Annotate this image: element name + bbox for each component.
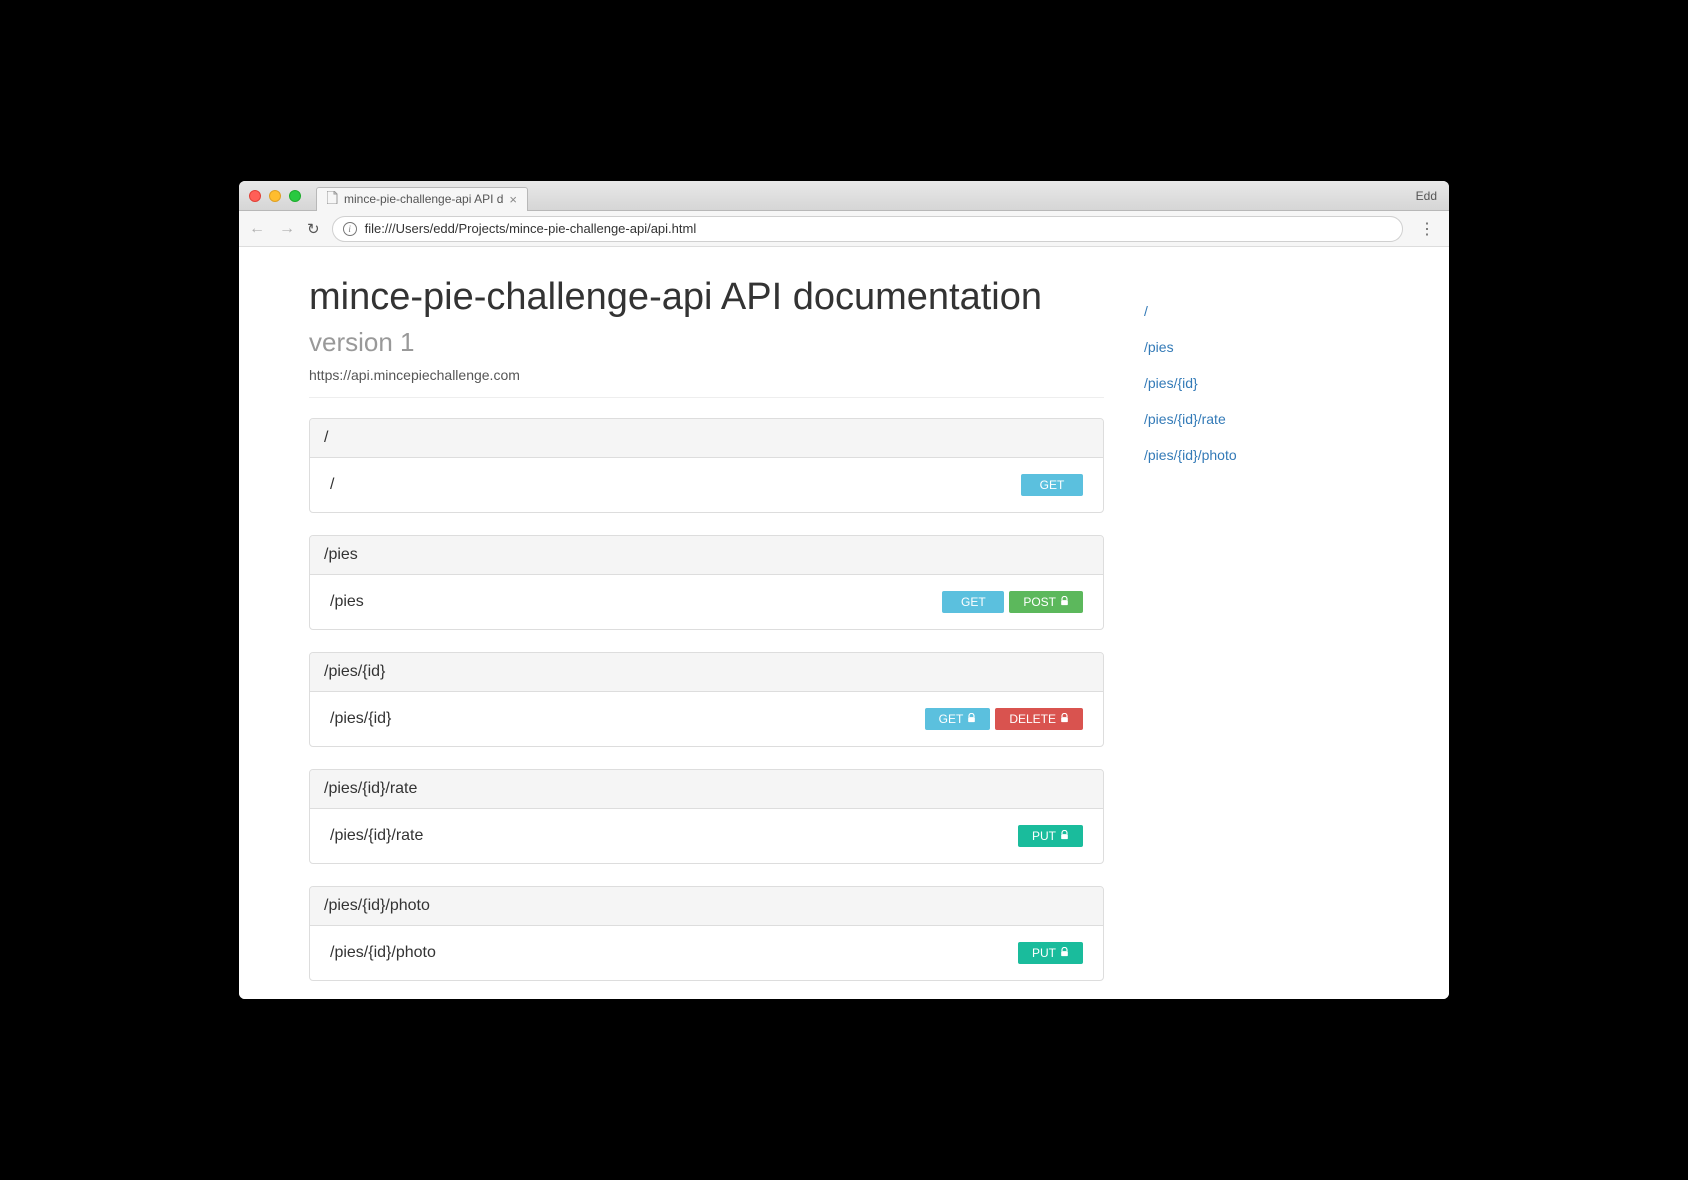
method-badge-get[interactable]: GET [925,708,991,730]
resource-panel: / / GET [309,418,1104,513]
method-verb: PUT [1032,946,1056,960]
profile-label[interactable]: Edd [1416,189,1437,203]
method-verb: DELETE [1009,712,1056,726]
resource-panel: /pies/{id}/photo/pies/{id}/photo PUT [309,886,1104,981]
resource-body: / GET [310,458,1103,512]
lock-icon [1060,946,1069,960]
method-verb: POST [1023,595,1056,609]
window-maximize-button[interactable] [289,190,301,202]
method-badge-get[interactable]: GET [942,591,1004,613]
lock-icon [1060,829,1069,843]
reload-button[interactable]: ↻ [307,220,320,238]
tab-title: mince-pie-challenge-api API d [344,192,503,206]
resource-body: /pies/{id} GET DELETE [310,692,1103,746]
page-content: mince-pie-challenge-api API documentatio… [239,247,1449,999]
method-badge-post[interactable]: POST [1009,591,1083,613]
endpoint-path[interactable]: /pies/{id}/photo [330,944,436,962]
resource-body: /pies GET POST [310,575,1103,629]
sidebar-link[interactable]: /pies [1144,329,1364,365]
titlebar: mince-pie-challenge-api API d × Edd [239,181,1449,211]
method-badge-put[interactable]: PUT [1018,825,1083,847]
endpoint-path[interactable]: / [330,476,334,494]
endpoint-path[interactable]: /pies/{id}/rate [330,827,423,845]
lock-icon [1060,712,1069,726]
lock-icon [967,712,976,726]
method-verb: GET [939,712,964,726]
title-text: mince-pie-challenge-api API documentatio… [309,276,1042,318]
close-icon[interactable]: × [509,192,517,207]
sidebar-link[interactable]: /pies/{id} [1144,365,1364,401]
sidebar-link[interactable]: /pies/{id}/photo [1144,437,1364,473]
url-bar[interactable]: i file:///Users/edd/Projects/mince-pie-c… [332,216,1403,242]
nav-arrows: ← → [249,220,295,238]
resource-panel: /pies/pies GET POST [309,535,1104,630]
method-badge-put[interactable]: PUT [1018,942,1083,964]
lock-icon [1060,595,1069,609]
resource-body: /pies/{id}/photo PUT [310,926,1103,980]
info-icon[interactable]: i [343,222,357,236]
method-badge-get[interactable]: GET [1021,474,1083,496]
method-list: GET POST [942,591,1083,613]
window-close-button[interactable] [249,190,261,202]
method-list: GET [1021,474,1083,496]
sidebar-link[interactable]: /pies/{id}/rate [1144,401,1364,437]
forward-button[interactable]: → [279,220,295,238]
method-list: PUT [1018,942,1083,964]
resource-header[interactable]: /pies/{id} [310,653,1103,692]
main-column: mince-pie-challenge-api API documentatio… [309,277,1104,979]
resource-body: /pies/{id}/rate PUT [310,809,1103,863]
method-verb: PUT [1032,829,1056,843]
resource-header[interactable]: / [310,419,1103,458]
method-verb: GET [1040,478,1065,492]
url-text: file:///Users/edd/Projects/mince-pie-cha… [365,221,697,236]
browser-window: mince-pie-challenge-api API d × Edd ← → … [239,181,1449,999]
endpoint-path[interactable]: /pies/{id} [330,710,391,728]
page-title: mince-pie-challenge-api API documentatio… [309,277,1104,361]
divider [309,397,1104,398]
endpoint-path[interactable]: /pies [330,593,364,611]
method-badge-delete[interactable]: DELETE [995,708,1083,730]
resource-header[interactable]: /pies/{id}/photo [310,887,1103,926]
resource-header[interactable]: /pies [310,536,1103,575]
version-label: version 1 [309,327,415,357]
resource-panel: /pies/{id} /pies/{id} GET DELETE [309,652,1104,747]
menu-button[interactable]: ⋮ [1415,219,1439,239]
resource-panel: /pies/{id}/rate/pies/{id}/rate PUT [309,769,1104,864]
method-list: PUT [1018,825,1083,847]
file-icon [327,191,338,207]
traffic-lights [249,190,301,202]
base-url: https://api.mincepiechallenge.com [309,367,1104,383]
sidebar-link[interactable]: / [1144,293,1364,329]
sidebar-nav: //pies/pies/{id}/pies/{id}/rate/pies/{id… [1144,277,1364,979]
method-list: GET DELETE [925,708,1083,730]
toolbar: ← → ↻ i file:///Users/edd/Projects/mince… [239,211,1449,247]
browser-tab[interactable]: mince-pie-challenge-api API d × [316,187,528,211]
resource-header[interactable]: /pies/{id}/rate [310,770,1103,809]
window-minimize-button[interactable] [269,190,281,202]
method-verb: GET [961,595,986,609]
back-button[interactable]: ← [249,220,265,238]
